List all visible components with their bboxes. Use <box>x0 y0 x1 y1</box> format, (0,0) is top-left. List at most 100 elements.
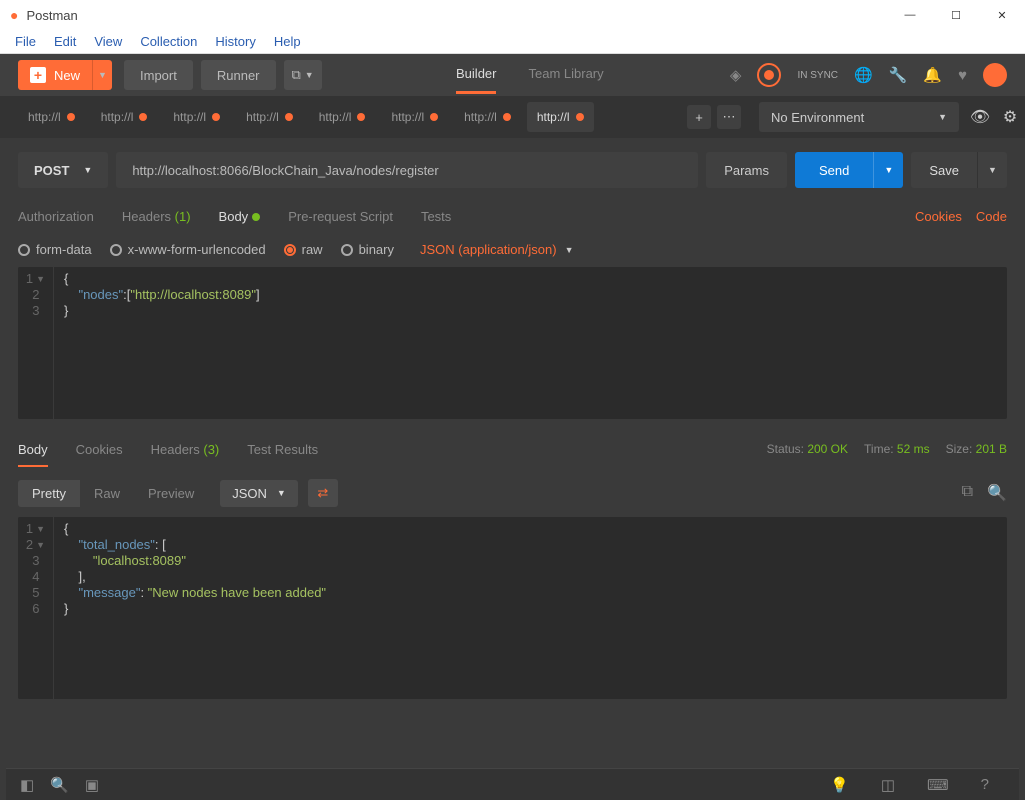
method-selector[interactable]: POST ▼ <box>18 152 108 188</box>
tab-team-library[interactable]: Team Library <box>528 56 603 94</box>
menu-file[interactable]: File <box>6 34 45 49</box>
app-logo-icon: ● <box>10 7 18 23</box>
unsaved-dot-icon <box>576 113 584 121</box>
add-tab-button[interactable]: + <box>687 105 711 129</box>
two-pane-icon[interactable]: ◫ <box>881 776 895 794</box>
bootcamp-icon[interactable]: 💡 <box>830 776 849 794</box>
tab-headers[interactable]: Headers (1) <box>122 209 191 224</box>
response-body-editor[interactable]: 1▼2▼3 4 5 6 { "total_nodes": [ "localhos… <box>18 517 1007 699</box>
runner-button[interactable]: Runner <box>201 60 276 90</box>
unsaved-dot-icon <box>212 113 220 121</box>
resp-tab-cookies[interactable]: Cookies <box>76 442 123 457</box>
raw-type-dropdown[interactable]: JSON (application/json)▼ <box>420 242 573 257</box>
request-tab[interactable]: http://l <box>527 102 594 132</box>
body-indicator-dot <box>252 213 260 221</box>
environment-preview-icon[interactable]: 👁 <box>965 102 995 132</box>
console-icon[interactable]: ▣ <box>85 776 99 794</box>
format-dropdown[interactable]: JSON▼ <box>220 480 298 507</box>
request-row: POST ▼ http://localhost:8066/BlockChain_… <box>18 152 1007 188</box>
response-section-tabs: Body Cookies Headers (3) Test Results St… <box>0 429 1025 469</box>
maximize-button[interactable]: ☐ <box>933 0 979 30</box>
time-value: 52 ms <box>897 442 930 456</box>
request-tab[interactable]: http://l <box>381 102 448 132</box>
sidebar-toggle-icon[interactable]: ◧ <box>20 776 34 794</box>
request-tab[interactable]: http://l <box>163 102 230 132</box>
statusbar: ◧ 🔍 ▣ 💡 ◫ ⌨ ? <box>6 768 1019 800</box>
new-button[interactable]: +New <box>18 60 92 90</box>
import-button[interactable]: Import <box>124 60 193 90</box>
save-button[interactable]: Save <box>911 152 977 188</box>
new-window-button[interactable]: ⧉▼ <box>284 60 322 90</box>
tab-builder[interactable]: Builder <box>456 56 496 94</box>
chevron-down-icon: ▼ <box>565 245 574 255</box>
request-tab[interactable]: http://l <box>91 102 158 132</box>
tab-body[interactable]: Body <box>219 209 261 224</box>
keyboard-icon[interactable]: ⌨ <box>927 776 949 794</box>
request-body-editor[interactable]: 1▼2 3 { "nodes":["http://localhost:8089"… <box>18 267 1007 419</box>
view-raw[interactable]: Raw <box>80 480 134 507</box>
resp-tab-headers[interactable]: Headers (3) <box>151 442 220 457</box>
window-title: Postman <box>26 8 77 23</box>
browse-icon[interactable]: 🌐 <box>854 66 873 84</box>
request-tab[interactable]: http://l <box>454 102 521 132</box>
menu-view[interactable]: View <box>85 34 131 49</box>
menu-collection[interactable]: Collection <box>131 34 206 49</box>
settings-icon[interactable]: 🔧 <box>889 66 908 84</box>
status-value: 200 OK <box>807 442 848 456</box>
radio-raw[interactable]: raw <box>284 242 323 257</box>
environment-settings-icon[interactable]: ⚙ <box>995 102 1025 132</box>
send-button[interactable]: Send <box>795 152 873 188</box>
help-icon[interactable]: ? <box>981 776 989 794</box>
unsaved-dot-icon <box>503 113 511 121</box>
resp-tab-body[interactable]: Body <box>18 442 48 467</box>
resp-tab-testresults[interactable]: Test Results <box>247 442 318 457</box>
menu-help[interactable]: Help <box>265 34 310 49</box>
radio-xwww[interactable]: x-www-form-urlencoded <box>110 242 266 257</box>
unsaved-dot-icon <box>430 113 438 121</box>
send-dropdown[interactable]: ▼ <box>873 152 903 188</box>
view-segment: Pretty Raw Preview <box>18 480 208 507</box>
chevron-down-icon: ▼ <box>988 165 997 175</box>
url-input[interactable]: http://localhost:8066/BlockChain_Java/no… <box>116 152 698 188</box>
tab-tests[interactable]: Tests <box>421 209 451 224</box>
more-tabs-button[interactable]: ⋯ <box>717 105 741 129</box>
user-avatar[interactable] <box>983 63 1007 87</box>
environment-selector[interactable]: No Environment ▼ <box>759 102 959 132</box>
params-button[interactable]: Params <box>706 152 787 188</box>
size-value: 201 B <box>976 442 1007 456</box>
view-pretty[interactable]: Pretty <box>18 480 80 507</box>
request-tabbar: http://lhttp://lhttp://lhttp://lhttp://l… <box>0 96 1025 138</box>
code-link[interactable]: Code <box>976 209 1007 224</box>
new-dropdown[interactable]: ▼ <box>92 60 112 90</box>
copy-response-icon[interactable]: ⧉ <box>962 483 973 503</box>
close-button[interactable]: ✕ <box>979 0 1025 30</box>
search-response-icon[interactable]: 🔍 <box>987 483 1007 503</box>
save-dropdown[interactable]: ▼ <box>977 152 1007 188</box>
unsaved-dot-icon <box>285 113 293 121</box>
notifications-icon[interactable]: 🔔 <box>923 66 942 84</box>
capture-icon[interactable]: ◈ <box>730 66 742 84</box>
response-view-row: Pretty Raw Preview JSON▼ ⇄ ⧉ 🔍 <box>0 469 1025 517</box>
radio-formdata[interactable]: form-data <box>18 242 92 257</box>
request-tab[interactable]: http://l <box>236 102 303 132</box>
minimize-button[interactable]: — <box>887 0 933 30</box>
menu-edit[interactable]: Edit <box>45 34 85 49</box>
request-tab[interactable]: http://l <box>309 102 376 132</box>
method-label: POST <box>34 163 69 178</box>
view-preview[interactable]: Preview <box>134 480 208 507</box>
unsaved-dot-icon <box>357 113 365 121</box>
sync-status-icon[interactable] <box>757 63 781 87</box>
chevron-down-icon: ▼ <box>98 70 107 80</box>
wrap-lines-button[interactable]: ⇄ <box>308 479 338 507</box>
menu-history[interactable]: History <box>206 34 264 49</box>
find-icon[interactable]: 🔍 <box>50 776 69 794</box>
tab-prerequest[interactable]: Pre-request Script <box>288 209 393 224</box>
tab-authorization[interactable]: Authorization <box>18 209 94 224</box>
radio-binary[interactable]: binary <box>341 242 394 257</box>
heart-icon[interactable]: ♥ <box>958 67 967 84</box>
cookies-link[interactable]: Cookies <box>915 209 962 224</box>
request-tab[interactable]: http://l <box>18 102 85 132</box>
body-type-row: form-data x-www-form-urlencoded raw bina… <box>0 234 1025 267</box>
environment-label: No Environment <box>771 110 864 125</box>
chevron-down-icon: ▼ <box>83 165 92 175</box>
